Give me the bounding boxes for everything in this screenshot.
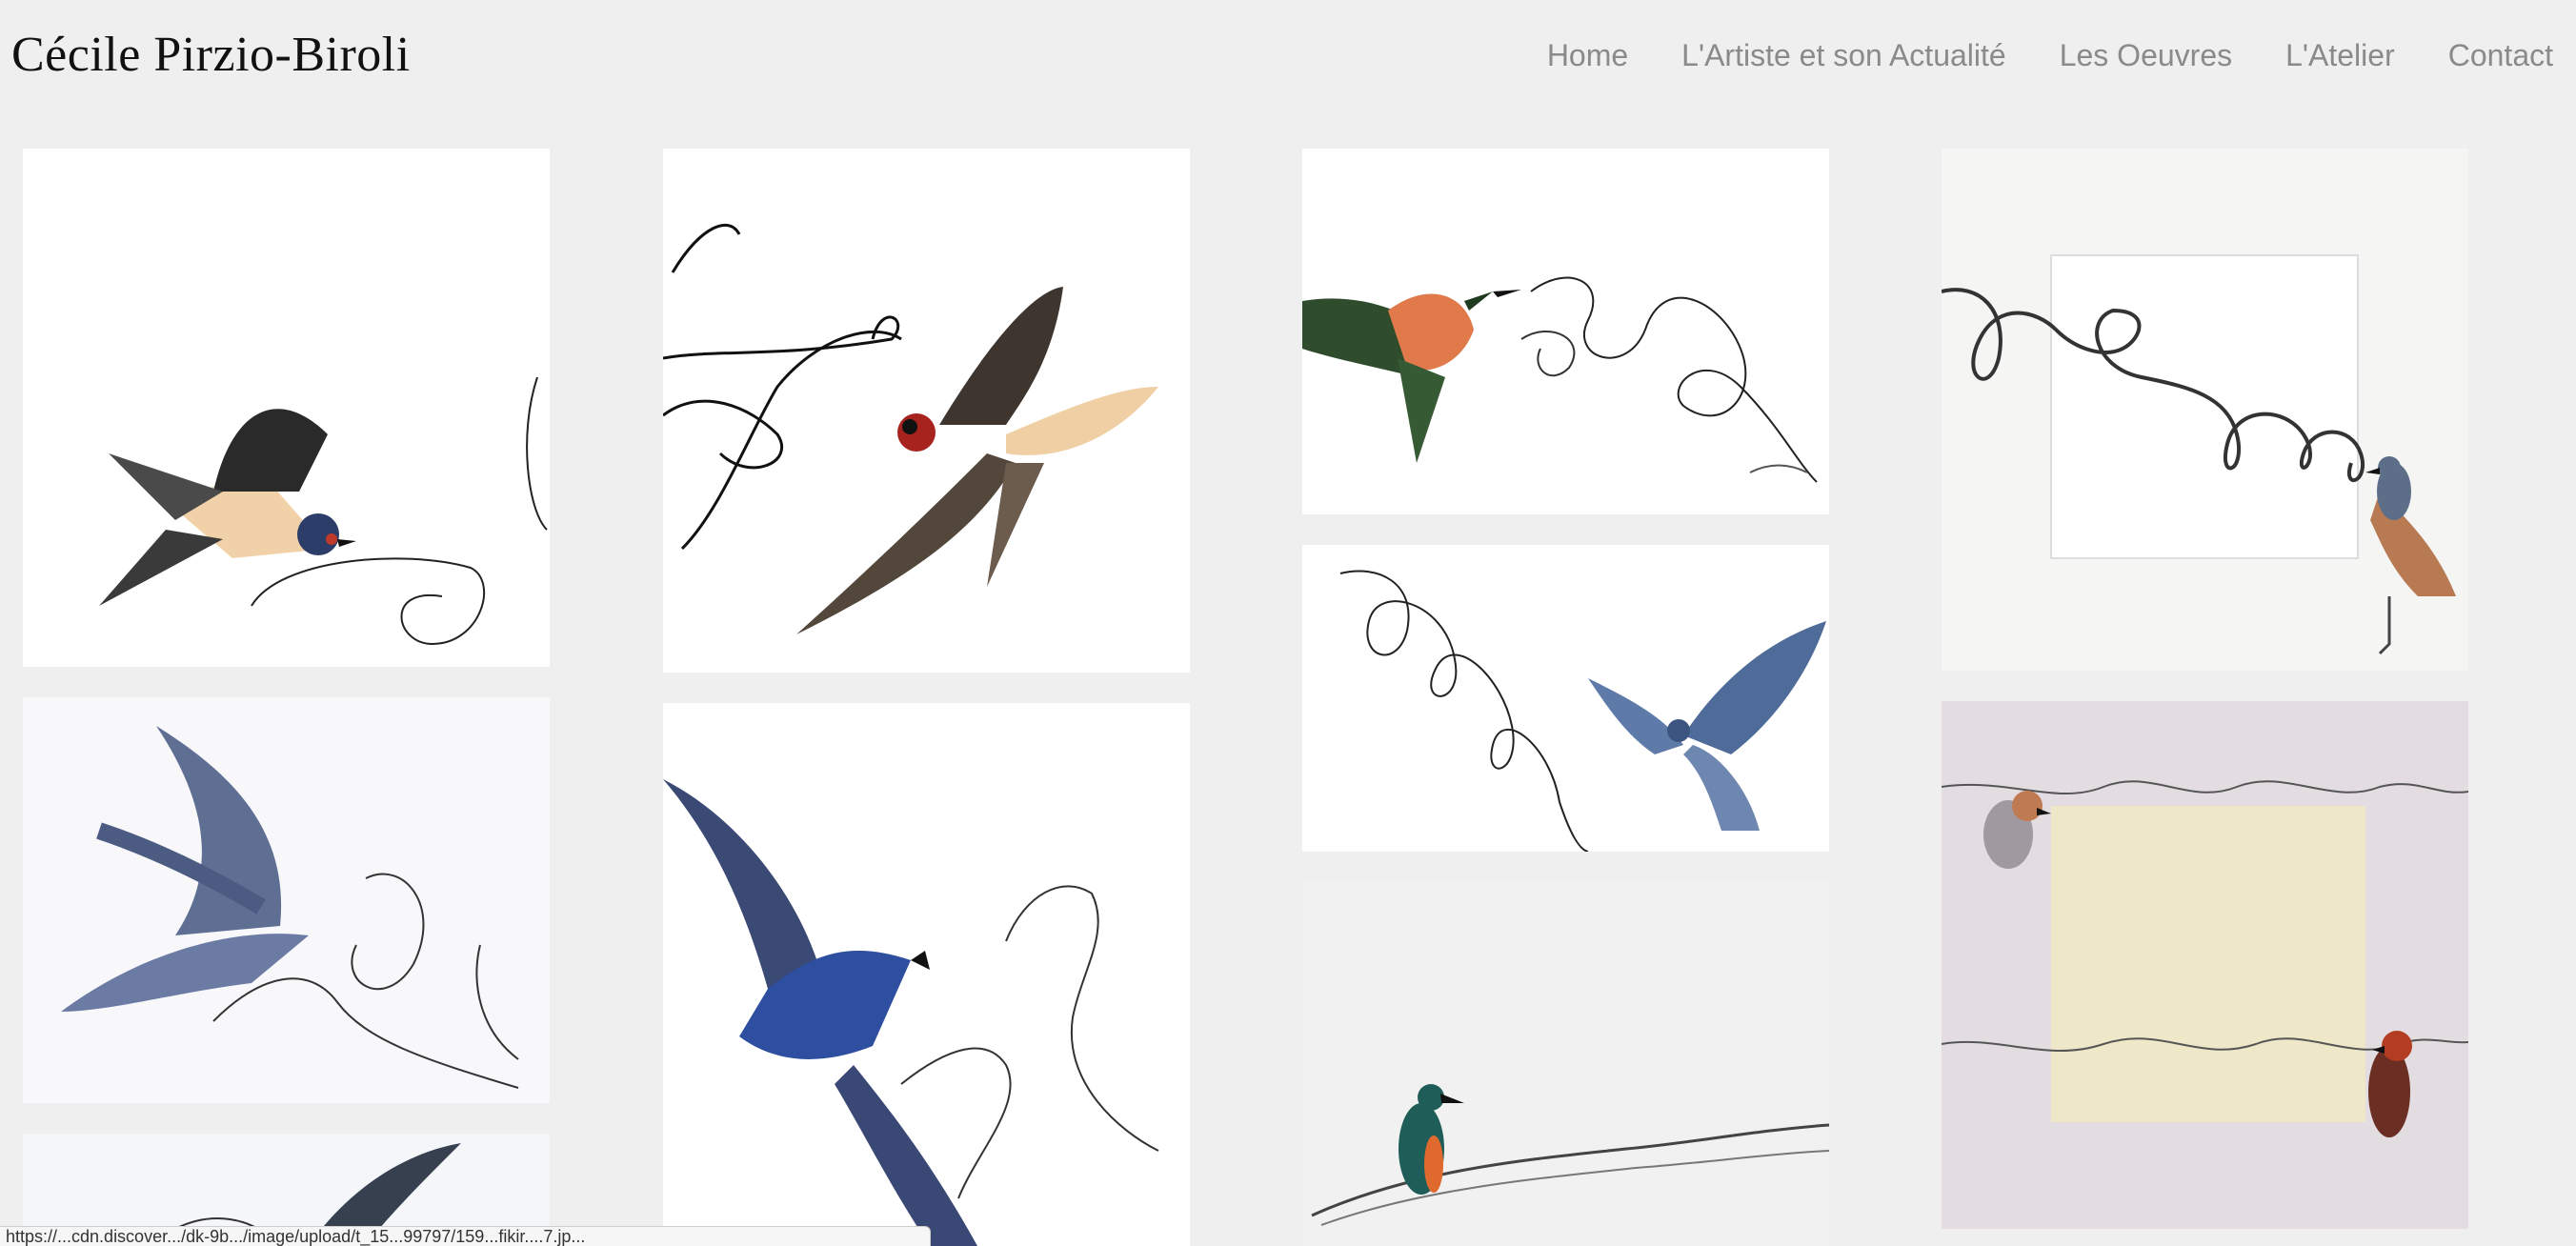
- artwork-illustration: [61, 726, 519, 1089]
- artwork-blue-swallow[interactable]: [23, 697, 550, 1103]
- status-url-bar: https://...cdn.discover.../dk-9b.../imag…: [0, 1226, 931, 1246]
- site-title[interactable]: Cécile Pirzio-Biroli: [11, 27, 411, 83]
- artwork-finches[interactable]: [1942, 701, 2468, 1229]
- artwork-illustration: [1302, 276, 1818, 483]
- nav-artiste[interactable]: L'Artiste et son Actualité: [1681, 38, 2006, 73]
- nav-atelier[interactable]: L'Atelier: [2285, 38, 2395, 73]
- artwork-illustration: [99, 376, 548, 646]
- artwork-illustration: [1942, 780, 2468, 1137]
- artwork-swallow-2[interactable]: [663, 149, 1190, 673]
- main-nav: Home L'Artiste et son Actualité Les Oeuv…: [1494, 27, 2553, 84]
- artwork-blue-bird-flight[interactable]: [1302, 545, 1829, 852]
- nav-contact[interactable]: Contact: [2448, 38, 2553, 73]
- artwork-swallow-1[interactable]: [23, 149, 550, 667]
- artwork-illustration: [1311, 1084, 1829, 1226]
- nav-oeuvres[interactable]: Les Oeuvres: [2060, 38, 2232, 73]
- artwork-illustration: [1339, 570, 1826, 852]
- artwork-illustration: [663, 224, 1158, 634]
- artwork-rock-thrush[interactable]: [1942, 149, 2468, 671]
- artwork-kingfisher[interactable]: [1302, 882, 1829, 1246]
- artwork-illustration: [663, 779, 1159, 1246]
- artwork-blue-bird-lines[interactable]: [663, 703, 1190, 1246]
- artwork-illustration: [1942, 254, 2456, 655]
- artwork-hummingbird[interactable]: [1302, 149, 1829, 514]
- nav-home[interactable]: Home: [1547, 38, 1628, 73]
